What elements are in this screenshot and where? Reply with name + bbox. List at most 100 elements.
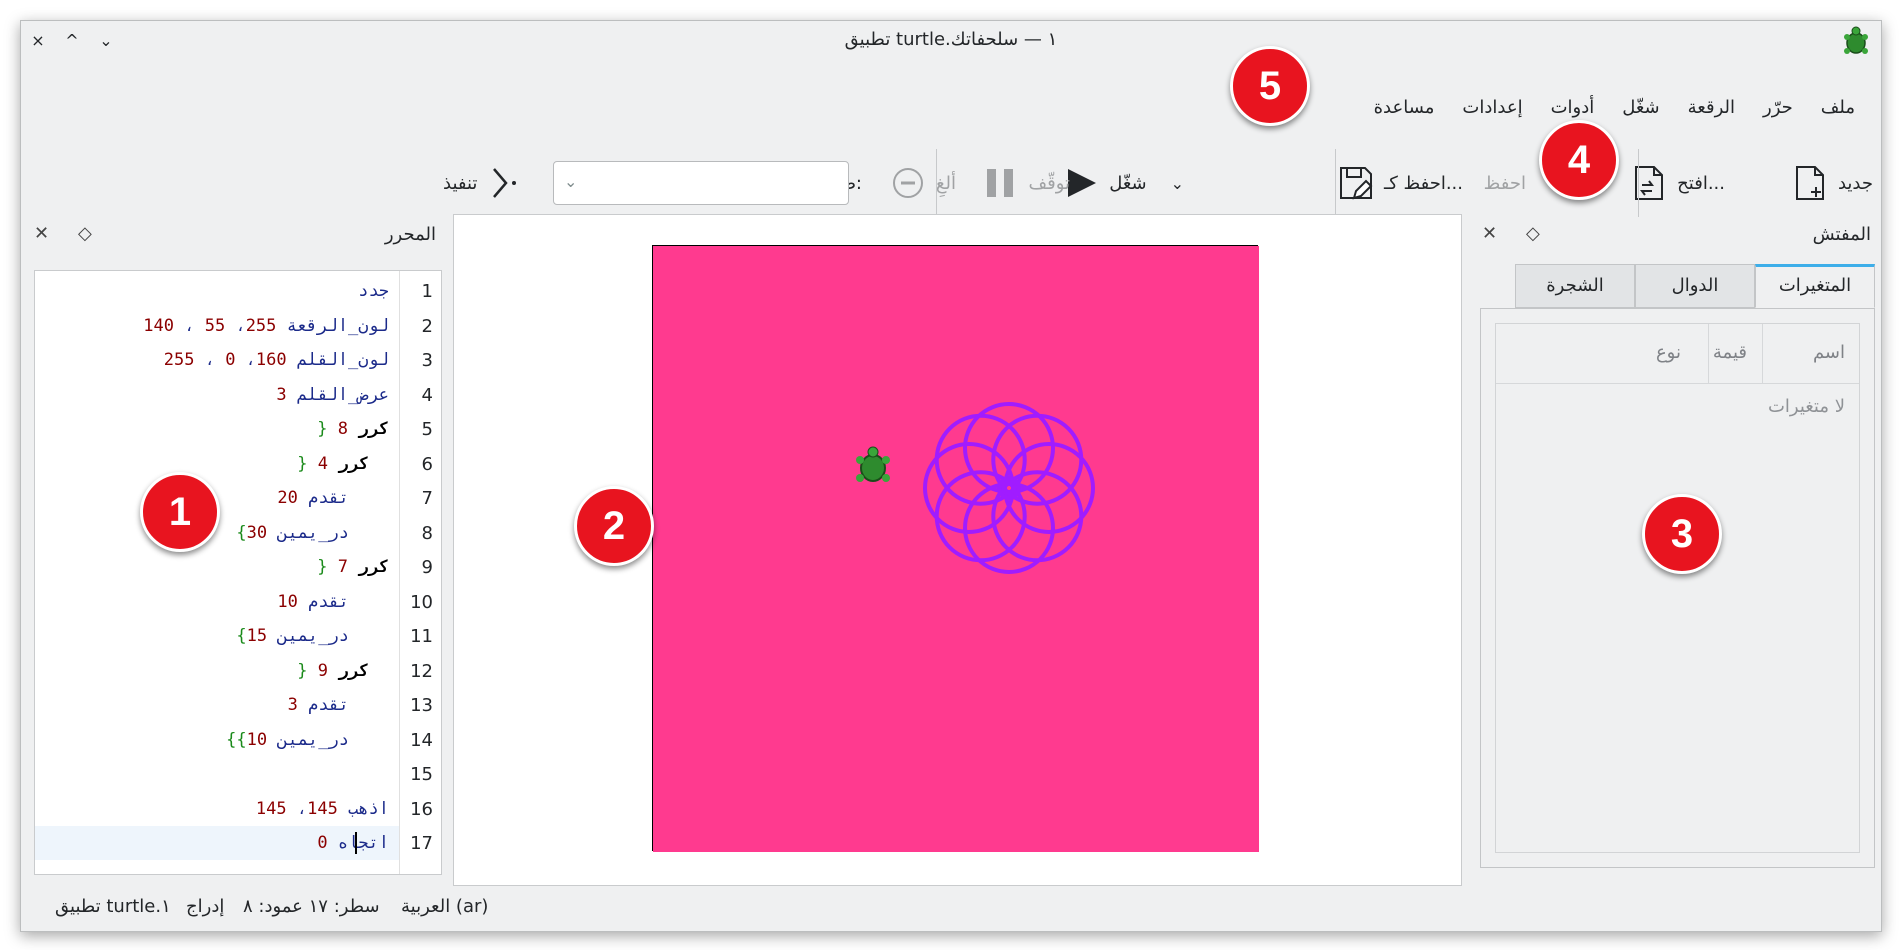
tab-variables[interactable]: المتغيرات — [1755, 264, 1875, 308]
line-number: 4 — [421, 384, 433, 406]
float-panel-icon[interactable]: ◇ — [78, 223, 92, 244]
tab-functions[interactable]: الدوال — [1635, 264, 1755, 308]
menu-canvas[interactable]: الرقعة — [1674, 93, 1749, 133]
line-number: 2 — [421, 315, 433, 337]
annotation-badge-3: 3 — [1642, 494, 1722, 574]
code-line: تقدم 20 — [277, 488, 349, 508]
status-bar: العربية (ar) سطر: ١٧ عمود: ٨ إدراج تطبيق… — [21, 884, 1881, 931]
inspector-tabs: المتغيرات الدوال الشجرة — [1515, 264, 1875, 308]
save-as-button[interactable]: احفظ كـ... — [1336, 161, 1463, 205]
close-panel-icon[interactable]: ✕ — [1482, 223, 1497, 244]
float-panel-icon[interactable]: ◇ — [1526, 223, 1540, 244]
canvas-background — [653, 246, 1259, 852]
pause-icon — [980, 163, 1020, 203]
line-number: 17 — [410, 833, 433, 854]
line-number: 10 — [410, 591, 433, 613]
code-line: اذهب 145، 145 — [255, 798, 389, 819]
line-number: 15 — [410, 764, 433, 785]
pause-label: توقّف — [1028, 172, 1070, 194]
save-as-icon — [1336, 163, 1376, 203]
save-as-label: احفظ كـ... — [1383, 172, 1463, 194]
turtle-app-icon — [1844, 26, 1868, 54]
line-number: 1 — [421, 281, 433, 302]
line-number: 12 — [410, 660, 433, 682]
annotation-badge-4: 4 — [1539, 120, 1619, 200]
line-number: 9 — [421, 557, 433, 578]
tab-content: اسم قيمة نوع لا متغيرات — [1480, 308, 1875, 868]
run-dropdown-chevron-icon[interactable]: ⌄ — [1171, 174, 1184, 193]
menu-run[interactable]: شغّل — [1608, 93, 1673, 133]
annotation-badge-1: 1 — [140, 472, 220, 552]
open-label: افتح... — [1677, 172, 1725, 194]
code-line: اتجاه 0 — [317, 833, 389, 853]
text-cursor — [355, 832, 357, 854]
language-select[interactable]: ⌄ — [553, 161, 849, 205]
save-button[interactable]: احفظ — [1484, 161, 1526, 205]
column-type[interactable]: نوع — [1656, 342, 1681, 363]
close-panel-icon[interactable]: ✕ — [34, 223, 49, 244]
line-number: 3 — [421, 350, 433, 371]
title-bar: × ^ ⌄ تطبيق turtle.١ — سلحفاتك — [21, 21, 1881, 61]
code-line: عرض_القلم 3 — [276, 384, 389, 405]
line-number: 11 — [410, 626, 433, 647]
code-line: تقدم 10 — [277, 591, 349, 612]
line-number: 8 — [421, 522, 433, 544]
code-line: در_يمين 10}} — [226, 729, 349, 750]
status-position: سطر: ١٧ عمود: ٨ — [243, 896, 380, 917]
toolbar-separator — [936, 149, 937, 217]
tab-tree[interactable]: الشجرة — [1515, 264, 1635, 308]
column-name[interactable]: اسم — [1813, 342, 1845, 363]
turtle-canvas — [652, 245, 1259, 852]
toolbar-separator — [1335, 149, 1336, 217]
terminal-prompt-icon — [485, 163, 525, 203]
menu-file[interactable]: ملف — [1807, 93, 1869, 133]
line-number: 16 — [410, 798, 433, 820]
code-editor[interactable]: 1 2 3 4 5 6 7 8 9 10 11 12 13 14 15 16 17 جدد لون_الرقعة … — [34, 270, 442, 875]
menu-settings[interactable]: إعدادات — [1448, 93, 1536, 133]
table-header: اسم قيمة نوع — [1496, 324, 1859, 384]
pause-button[interactable]: توقّف — [980, 161, 1070, 205]
run-button[interactable]: شغّل ⌄ — [1061, 161, 1184, 205]
status-file: تطبيق turtle.١ — [55, 896, 171, 917]
abort-icon — [888, 163, 928, 203]
window-title: تطبيق turtle.١ — سلحفاتك — [844, 29, 1058, 50]
editor-panel: المحرر ✕ ◇ 1 2 3 4 5 6 7 8 9 10 11 12 13 14 15 16 17 جدد… — [26, 214, 446, 886]
empty-message: لا متغيرات — [1767, 396, 1845, 417]
menu-help[interactable]: مساعدة — [1360, 93, 1449, 133]
status-mode: إدراج — [186, 896, 225, 917]
status-language: العربية (ar) — [401, 896, 489, 917]
abort-label: ألغِ — [935, 172, 956, 194]
new-file-icon — [1790, 163, 1830, 203]
abort-button[interactable]: ألغِ — [888, 161, 956, 205]
menu-edit[interactable]: حرّر — [1749, 93, 1807, 133]
run-label: شغّل — [1109, 172, 1147, 194]
code-line: جدد — [358, 281, 389, 301]
turtle-drawing — [653, 246, 1259, 852]
new-label: جديد — [1837, 172, 1873, 194]
code-line: كرر 7 { — [317, 557, 389, 577]
column-value[interactable]: قيمة — [1713, 342, 1747, 363]
line-number: 7 — [421, 488, 433, 509]
code-line: تقدم 3 — [287, 695, 349, 715]
code-line: كرر 4 { — [297, 453, 369, 474]
line-number: 5 — [421, 419, 433, 440]
toolbar-separator — [1638, 149, 1639, 217]
save-label: احفظ — [1483, 172, 1526, 194]
code-line: كرر 8 { — [317, 419, 389, 439]
execute-label: تنفيذ — [443, 172, 478, 194]
chevron-down-icon: ⌄ — [564, 172, 578, 191]
line-number: 14 — [410, 729, 433, 751]
line-number: 6 — [421, 453, 433, 475]
variables-table: اسم قيمة نوع لا متغيرات — [1495, 323, 1860, 853]
open-button[interactable]: افتح... — [1629, 161, 1725, 205]
line-number: 13 — [410, 695, 433, 716]
new-button[interactable]: جديد — [1790, 161, 1873, 205]
inspector-title: المفتش — [1812, 224, 1871, 245]
annotation-badge-5: 5 — [1230, 46, 1310, 126]
execute-button[interactable]: تنفيذ — [443, 161, 525, 205]
editor-title: المحرر — [384, 224, 436, 245]
line-number-gutter: 1 2 3 4 5 6 7 8 9 10 11 12 13 14 15 16 17 — [399, 271, 441, 874]
code-line: در_يمين 15} — [236, 626, 349, 646]
code-line: كرر 9 { — [297, 660, 369, 681]
open-file-icon — [1629, 163, 1669, 203]
